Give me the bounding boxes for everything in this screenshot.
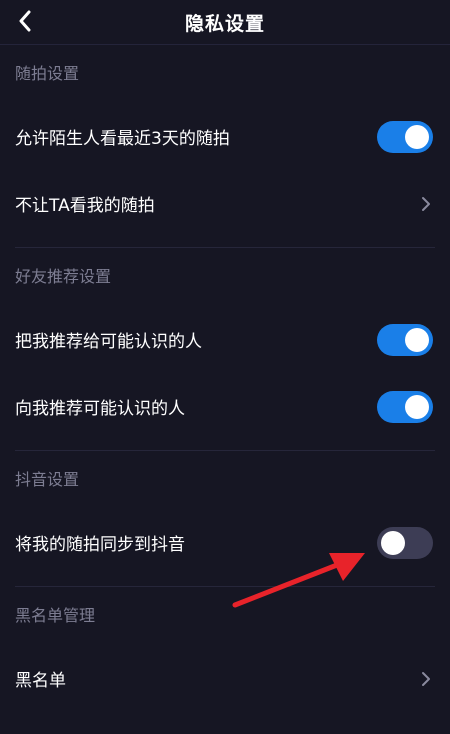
- chevron-right-icon: [419, 194, 433, 214]
- row-recommend-me[interactable]: 把我推荐给可能认识的人: [0, 306, 450, 373]
- chevron-right-icon: [419, 669, 433, 689]
- section-friend-recommend: 好友推荐设置 把我推荐给可能认识的人 向我推荐可能认识的人: [0, 248, 450, 451]
- annotation-arrow-icon: [232, 553, 365, 608]
- row-label: 黑名单: [15, 671, 66, 691]
- row-label: 不让TA看我的随拍: [15, 196, 155, 216]
- sync-douyin-toggle[interactable]: [377, 526, 433, 559]
- allow-strangers-toggle[interactable]: [377, 120, 433, 153]
- section-title: 好友推荐设置: [15, 267, 112, 286]
- chevron-left-icon: [19, 10, 31, 32]
- header: 隐私设置: [0, 0, 450, 45]
- section-moments: 随拍设置 允许陌生人看最近3天的随拍 不让TA看我的随拍: [0, 45, 450, 248]
- toggle-knob: [405, 327, 429, 352]
- row-label: 将我的随拍同步到抖音: [15, 535, 185, 555]
- row-hide-from[interactable]: 不让TA看我的随拍: [0, 170, 450, 237]
- page-title: 隐私设置: [184, 12, 265, 35]
- row-recommend-to-me[interactable]: 向我推荐可能认识的人: [0, 373, 450, 440]
- toggle-knob: [381, 530, 405, 555]
- back-button[interactable]: [10, 6, 40, 36]
- row-label: 允许陌生人看最近3天的随拍: [15, 129, 230, 149]
- row-blacklist[interactable]: 黑名单: [0, 645, 450, 712]
- section-title: 抖音设置: [15, 470, 80, 489]
- section-title: 随拍设置: [15, 64, 80, 83]
- row-allow-strangers-view[interactable]: 允许陌生人看最近3天的随拍: [0, 103, 450, 170]
- toggle-knob: [405, 394, 429, 419]
- row-label: 向我推荐可能认识的人: [15, 399, 185, 419]
- row-label: 把我推荐给可能认识的人: [15, 332, 202, 352]
- toggle-knob: [405, 124, 429, 149]
- recommend-to-me-toggle[interactable]: [377, 390, 433, 423]
- recommend-me-toggle[interactable]: [377, 323, 433, 356]
